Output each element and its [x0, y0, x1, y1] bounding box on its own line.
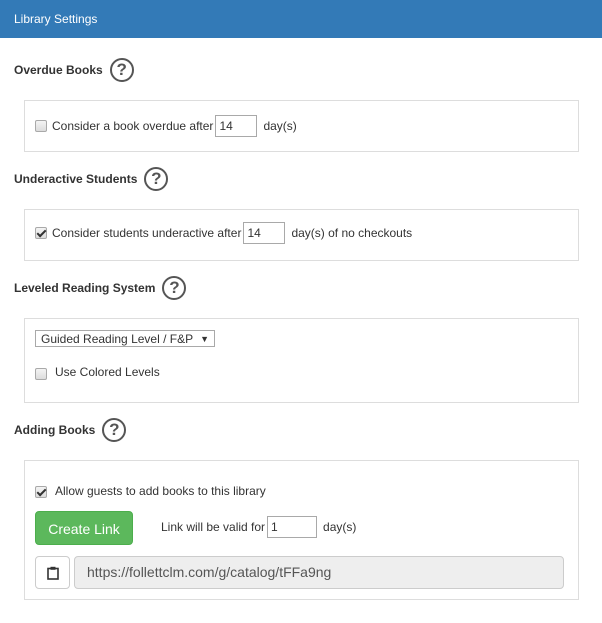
overdue-books-panel: Consider a book overdue after day(s) [24, 100, 579, 152]
link-valid-label: Link will be valid for [161, 520, 266, 534]
help-icon[interactable]: ? [109, 58, 134, 82]
underactive-days-unit: day(s) of no checkouts [291, 226, 413, 240]
adding-books-title: Adding Books [14, 423, 96, 437]
leveled-reading-section-title: Leveled Reading System ? [14, 276, 187, 300]
overdue-days-input[interactable] [215, 115, 258, 137]
overdue-books-section-title: Overdue Books ? [14, 58, 134, 82]
link-valid-days-input[interactable] [267, 516, 318, 538]
overdue-books-title: Overdue Books [14, 63, 103, 77]
help-icon[interactable]: ? [144, 167, 169, 191]
help-icon[interactable]: ? [102, 418, 127, 442]
catalog-link-field[interactable]: https://follettclm.com/g/catalog/tFFa9ng [74, 556, 564, 589]
underactive-days-input[interactable] [243, 222, 286, 244]
allow-guests-label: Allow guests to add books to this librar… [55, 483, 266, 498]
allow-guests-checkbox[interactable] [35, 486, 47, 498]
help-icon[interactable]: ? [162, 276, 187, 300]
adding-books-panel: Allow guests to add books to this librar… [24, 460, 579, 600]
overdue-days-unit: day(s) [263, 119, 297, 133]
underactive-label: Consider students underactive after [52, 226, 242, 240]
caret-down-icon: ▼ [200, 333, 210, 344]
page-header: Library Settings [0, 0, 602, 38]
underactive-students-panel: Consider students underactive after day(… [24, 209, 579, 261]
link-valid-days-unit: day(s) [323, 520, 357, 534]
create-link-button[interactable]: Create Link [35, 511, 133, 545]
underactive-checkbox[interactable] [35, 227, 47, 239]
underactive-students-section-title: Underactive Students ? [14, 167, 169, 191]
leveled-reading-title: Leveled Reading System [14, 281, 156, 295]
leveled-reading-panel: Guided Reading Level / F&P ▼ Use Colored… [24, 318, 579, 403]
colored-levels-checkbox[interactable] [35, 368, 47, 380]
reading-level-select[interactable]: Guided Reading Level / F&P ▼ [35, 330, 216, 347]
overdue-checkbox[interactable] [35, 120, 47, 132]
header-title: Library Settings [14, 12, 98, 26]
underactive-students-title: Underactive Students [14, 172, 138, 186]
adding-books-section-title: Adding Books ? [14, 418, 127, 442]
reading-level-select-value: Guided Reading Level / F&P [41, 331, 194, 346]
copy-link-button[interactable] [35, 556, 70, 589]
colored-levels-label: Use Colored Levels [55, 365, 160, 379]
clipboard-icon [46, 566, 59, 580]
overdue-label: Consider a book overdue after [52, 119, 214, 133]
